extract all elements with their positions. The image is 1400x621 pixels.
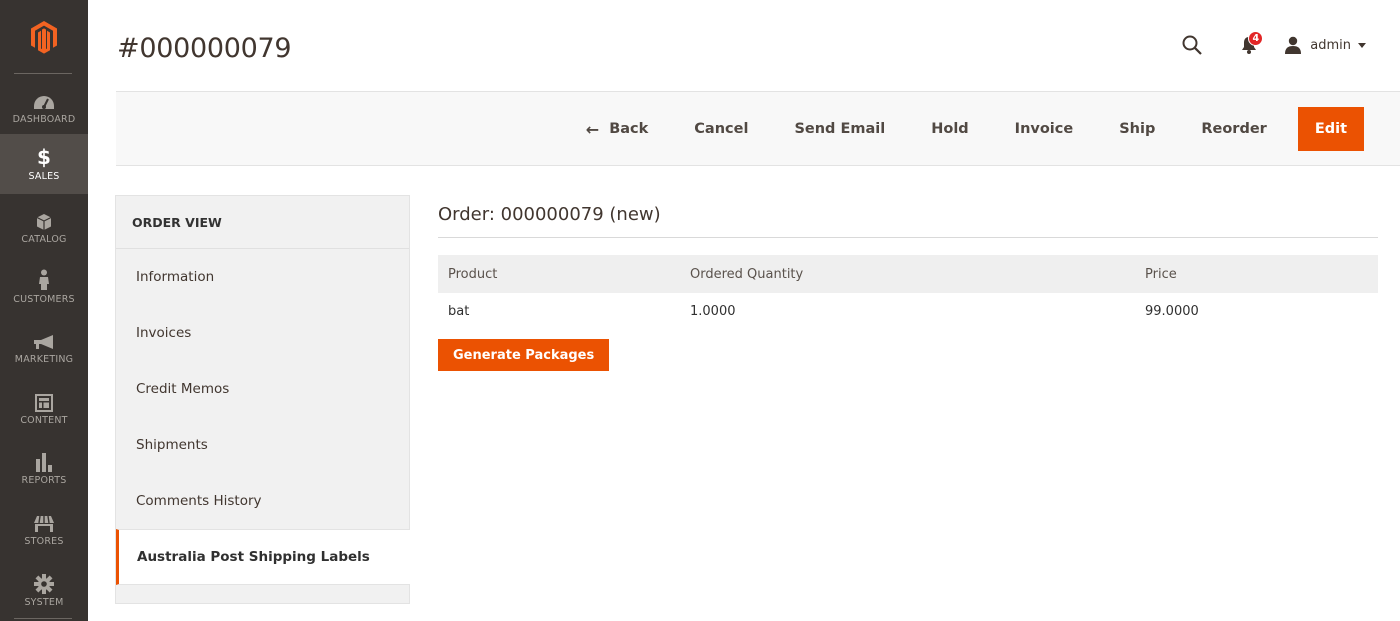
nav-item-catalog[interactable]: Catalog bbox=[0, 197, 88, 257]
reorder-button[interactable]: Reorder bbox=[1178, 107, 1289, 151]
notifications-badge: 4 bbox=[1248, 31, 1264, 46]
nav-item-marketing[interactable]: Marketing bbox=[0, 317, 88, 377]
main-content: Order: 000000079 (new) Product Ordered Q… bbox=[438, 200, 1378, 371]
page-title: #000000079 bbox=[117, 33, 292, 64]
nav-item-dashboard[interactable]: Dashboard bbox=[0, 77, 88, 137]
tab-shipments[interactable]: Shipments bbox=[116, 417, 409, 473]
user-name: admin bbox=[1310, 37, 1351, 53]
column-header-product: Product bbox=[438, 255, 680, 293]
send-email-button[interactable]: Send Email bbox=[771, 107, 908, 151]
gear-icon bbox=[34, 572, 54, 594]
cancel-button[interactable]: Cancel bbox=[671, 107, 771, 151]
table-header-row: Product Ordered Quantity Price bbox=[438, 255, 1378, 293]
search-icon bbox=[1182, 35, 1203, 55]
tab-information[interactable]: Information bbox=[116, 249, 409, 305]
tab-credit-memos[interactable]: Credit Memos bbox=[116, 361, 409, 417]
nav-item-sales[interactable]: $ Sales bbox=[0, 134, 88, 194]
user-icon bbox=[1285, 36, 1302, 54]
nav-item-system[interactable]: System bbox=[0, 560, 88, 620]
order-items-table: Product Ordered Quantity Price bat 1.000… bbox=[438, 255, 1378, 330]
box-icon bbox=[36, 209, 52, 231]
nav-item-label: Marketing bbox=[14, 354, 74, 365]
search-button[interactable] bbox=[1180, 33, 1204, 57]
nav-divider bbox=[14, 618, 72, 619]
back-button[interactable]: ← Back bbox=[563, 107, 671, 151]
nav-item-label: Dashboard bbox=[12, 114, 76, 125]
order-view-title: ORDER VIEW bbox=[116, 196, 409, 249]
admin-nav: Dashboard $ Sales Catalog Customers Mark… bbox=[0, 0, 88, 621]
cell-ordered-quantity: 1.0000 bbox=[690, 304, 736, 319]
back-label: Back bbox=[609, 121, 649, 137]
edit-button[interactable]: Edit bbox=[1297, 107, 1364, 151]
app: Dashboard $ Sales Catalog Customers Mark… bbox=[0, 0, 1400, 621]
column-header-price: Price bbox=[1135, 255, 1378, 293]
nav-item-label: Customers bbox=[13, 294, 75, 305]
logo[interactable] bbox=[0, 0, 88, 74]
order-view-tabs: ORDER VIEW Information Invoices Credit M… bbox=[115, 195, 410, 604]
page-actions-toolbar: ← Back Cancel Send Email Hold Invoice Sh… bbox=[116, 91, 1400, 166]
bar-chart-icon bbox=[34, 450, 54, 472]
section-title: Order: 000000079 (new) bbox=[438, 200, 1378, 238]
tab-comments-history[interactable]: Comments History bbox=[116, 473, 409, 529]
speedometer-icon bbox=[33, 89, 55, 111]
cell-price: 99.0000 bbox=[1145, 304, 1199, 319]
tab-invoices[interactable]: Invoices bbox=[116, 305, 409, 361]
dollar-icon: $ bbox=[37, 145, 51, 169]
nav-item-label: Sales bbox=[28, 171, 60, 182]
nav-item-label: System bbox=[24, 597, 64, 608]
invoice-button[interactable]: Invoice bbox=[992, 107, 1097, 151]
magento-logo-icon bbox=[31, 21, 57, 54]
nav-item-stores[interactable]: Stores bbox=[0, 499, 88, 559]
nav-item-label: Stores bbox=[24, 536, 64, 547]
ship-button[interactable]: Ship bbox=[1096, 107, 1178, 151]
person-icon bbox=[38, 269, 50, 291]
user-menu[interactable]: admin bbox=[1284, 36, 1366, 54]
generate-packages-button[interactable]: Generate Packages bbox=[438, 339, 610, 371]
chevron-down-icon bbox=[1358, 42, 1366, 48]
table-row: bat 1.0000 99.0000 bbox=[438, 293, 1378, 330]
storefront-icon bbox=[33, 511, 55, 533]
notifications-button[interactable]: 4 bbox=[1238, 31, 1264, 57]
nav-divider bbox=[14, 73, 72, 74]
nav-item-label: Content bbox=[20, 415, 68, 426]
nav-item-reports[interactable]: Reports bbox=[0, 438, 88, 498]
nav-item-customers[interactable]: Customers bbox=[0, 257, 88, 317]
column-header-ordered-quantity: Ordered Quantity bbox=[680, 255, 1135, 293]
megaphone-icon bbox=[33, 329, 55, 351]
nav-item-content[interactable]: Content bbox=[0, 378, 88, 438]
nav-item-label: Catalog bbox=[21, 234, 67, 245]
arrow-left-icon: ← bbox=[585, 119, 600, 139]
nav-item-label: Reports bbox=[21, 475, 67, 486]
layout-icon bbox=[35, 390, 53, 412]
tab-australia-post-shipping-labels[interactable]: Australia Post Shipping Labels bbox=[116, 529, 410, 585]
hold-button[interactable]: Hold bbox=[908, 107, 991, 151]
cell-product: bat bbox=[448, 304, 470, 319]
header-actions: 4 admin bbox=[1180, 30, 1366, 60]
